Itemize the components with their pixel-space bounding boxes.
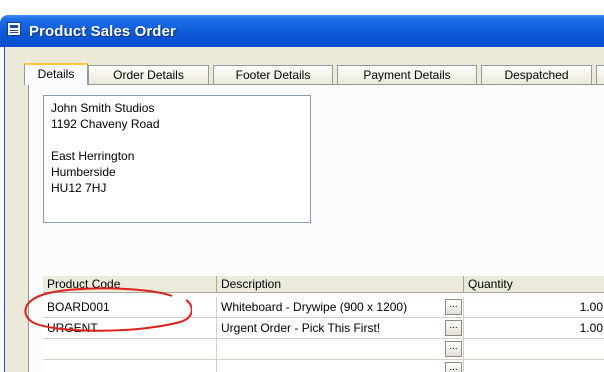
product-code-cell[interactable] [43, 360, 217, 372]
address-line: John Smith Studios [51, 101, 155, 115]
tab-details[interactable]: Details [24, 63, 88, 85]
lookup-button[interactable]: ... [445, 362, 462, 372]
quantity-cell[interactable]: 1.00 [464, 297, 604, 318]
quantity-cell[interactable]: 1.00 [464, 318, 604, 339]
tab-footer-details[interactable]: Footer Details [213, 65, 333, 84]
table-row: ... [43, 339, 604, 360]
lookup-button[interactable]: ... [445, 341, 462, 357]
description-cell[interactable] [217, 360, 464, 372]
quantity-cell[interactable] [464, 360, 604, 372]
sales-order-window: Product Sales Order Details Order Detail… [0, 0, 604, 372]
table-row: BOARD001 Whiteboard - Drywipe (900 x 120… [43, 297, 604, 318]
description-cell[interactable]: Urgent Order - Pick This First! [217, 318, 464, 339]
column-header-description[interactable]: Description [217, 276, 464, 293]
description-cell[interactable]: Whiteboard - Drywipe (900 x 1200) [217, 297, 464, 318]
address-line: HU12 7HJ [51, 181, 107, 195]
product-code-cell[interactable] [43, 339, 217, 360]
tab-payment-details[interactable]: Payment Details [337, 65, 477, 84]
address-line: East Herrington [51, 149, 135, 163]
form-icon[interactable] [7, 22, 21, 36]
address-line [51, 132, 310, 148]
column-header-product-code[interactable]: Product Code [43, 276, 217, 293]
address-line: 1192 Chaveny Road [51, 117, 160, 131]
tab-despatched[interactable]: Despatched [481, 65, 592, 84]
tab-overflow[interactable] [596, 65, 604, 84]
column-header-quantity[interactable]: Quantity [464, 276, 604, 293]
grid-header: Product Code Description Quantity [43, 276, 604, 293]
title-bar[interactable]: Product Sales Order [0, 15, 604, 47]
delivery-address-box[interactable]: John Smith Studios 1192 Chaveny Road Eas… [43, 95, 311, 223]
window-title: Product Sales Order [29, 23, 176, 40]
lookup-button[interactable]: ... [445, 299, 462, 315]
product-code-cell[interactable]: URGENT [43, 318, 217, 339]
tab-order-details[interactable]: Order Details [88, 65, 209, 84]
address-line: Humberside [51, 165, 116, 179]
lookup-button[interactable]: ... [445, 320, 462, 336]
quantity-cell[interactable] [464, 339, 604, 360]
description-cell[interactable] [217, 339, 464, 360]
product-code-cell[interactable]: BOARD001 [43, 297, 217, 318]
table-row: ... [43, 360, 604, 372]
table-row: URGENT Urgent Order - Pick This First! .… [43, 318, 604, 339]
